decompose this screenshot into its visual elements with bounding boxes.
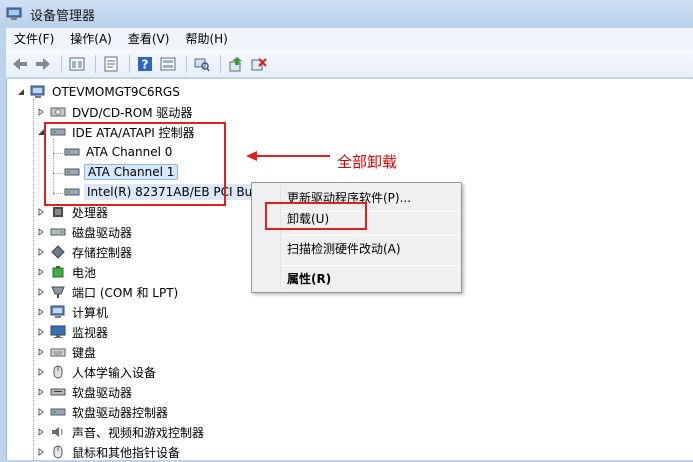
keyboard-icon — [50, 345, 66, 359]
expand-icon[interactable] — [36, 207, 46, 217]
expand-icon[interactable] — [36, 247, 46, 257]
forward-icon[interactable] — [33, 54, 53, 74]
expand-icon[interactable] — [36, 347, 46, 357]
monitor-icon — [50, 325, 66, 339]
toolbar-separator — [61, 54, 62, 73]
menu-separator — [282, 235, 459, 236]
title-bar: 设备管理器 — [0, 0, 693, 28]
expand-icon[interactable] — [36, 427, 46, 437]
tree-item-label: 存储控制器 — [72, 245, 133, 260]
back-icon[interactable] — [10, 54, 30, 74]
device-view-icon[interactable] — [158, 54, 178, 74]
tree-item-label: 人体学输入设备 — [72, 365, 157, 380]
expand-icon[interactable] — [36, 107, 46, 117]
menu-file[interactable]: 文件(F) — [6, 28, 62, 50]
expand-icon[interactable] — [36, 407, 46, 417]
toolbar: ? — [6, 50, 693, 78]
menu-separator — [282, 265, 459, 266]
tree-line — [33, 99, 34, 461]
tree-item-monitors[interactable]: 监视器 — [36, 322, 110, 342]
tree-item-storage-controllers[interactable]: 存储控制器 — [36, 242, 134, 262]
toolbar-separator — [186, 54, 187, 73]
storage-controller-icon — [50, 245, 66, 259]
menu-action[interactable]: 操作(A) — [62, 28, 120, 50]
toolbar-separator — [220, 54, 221, 73]
help-icon[interactable]: ? — [135, 54, 155, 74]
computer-icon — [30, 85, 46, 99]
tree-item-label: 键盘 — [72, 345, 97, 360]
highlight-ide-group — [44, 122, 226, 206]
expand-icon[interactable] — [36, 327, 46, 337]
tree-item-disk-drives[interactable]: 磁盘驱动器 — [36, 222, 134, 242]
tree-item-hid[interactable]: 人体学输入设备 — [36, 362, 158, 382]
menu-help[interactable]: 帮助(H) — [177, 28, 235, 50]
tree-root[interactable]: OTEVMOMGT9C6RGS — [16, 82, 182, 102]
hid-icon — [50, 365, 66, 379]
tree-item-label: DVD/CD-ROM 驱动器 — [72, 105, 193, 120]
processor-icon — [50, 205, 66, 219]
expand-icon[interactable] — [36, 447, 46, 457]
floppy-controller-icon — [50, 405, 66, 419]
svg-text:?: ? — [142, 57, 149, 71]
uninstall-icon[interactable] — [249, 54, 269, 74]
tree-item-dvd[interactable]: DVD/CD-ROM 驱动器 — [36, 102, 194, 122]
tree-item-label: 软盘驱动器 — [72, 385, 133, 400]
expand-icon[interactable] — [36, 387, 46, 397]
battery-icon — [50, 265, 66, 279]
disk-drive-icon — [50, 225, 66, 239]
properties-icon[interactable] — [101, 54, 121, 74]
floppy-drive-icon — [50, 385, 66, 399]
tree-item-floppy-controllers[interactable]: 软盘驱动器控制器 — [36, 402, 170, 422]
tree-item-label: 鼠标和其他指针设备 — [72, 445, 181, 460]
device-manager-icon — [6, 7, 22, 20]
window-title: 设备管理器 — [30, 8, 96, 24]
menu-item-properties[interactable]: 属性(R) — [254, 267, 459, 291]
tree-item-label: 端口 (COM 和 LPT) — [72, 285, 179, 300]
dvd-drive-icon — [50, 105, 66, 119]
tree-item-sound-video-game[interactable]: 声音、视频和游戏控制器 — [36, 422, 206, 442]
tree-item-ports[interactable]: 端口 (COM 和 LPT) — [36, 282, 180, 302]
tree-item-computer[interactable]: 计算机 — [36, 302, 110, 322]
annotation-text: 全部卸载 — [337, 153, 398, 171]
tree-item-label: 声音、视频和游戏控制器 — [72, 425, 205, 440]
tree-item-keyboard[interactable]: 键盘 — [36, 342, 98, 362]
mouse-icon — [50, 445, 66, 459]
tree-item-label: 计算机 — [72, 305, 109, 320]
expand-icon[interactable] — [36, 307, 46, 317]
tree-item-mice[interactable]: 鼠标和其他指针设备 — [36, 442, 182, 462]
scan-icon[interactable] — [192, 54, 212, 74]
toolbar-separator — [95, 54, 96, 73]
tree-item-floppy-drives[interactable]: 软盘驱动器 — [36, 382, 134, 402]
tree-item-label: 电池 — [72, 265, 97, 280]
menu-bar: 文件(F) 操作(A) 查看(V) 帮助(H) — [6, 28, 693, 50]
collapse-icon[interactable] — [16, 87, 26, 97]
arrow-icon — [246, 151, 330, 161]
tree-item-label: 软盘驱动器控制器 — [72, 405, 169, 420]
expand-icon[interactable] — [36, 227, 46, 237]
tree-item-label: 磁盘驱动器 — [72, 225, 133, 240]
computer-icon — [50, 305, 66, 319]
highlight-uninstall — [265, 202, 367, 230]
context-menu: 更新驱动程序软件(P)... 卸载(U) 扫描检测硬件改动(A) 属性(R) — [251, 182, 462, 293]
tree-item-label: 监视器 — [72, 325, 109, 340]
expand-icon[interactable] — [36, 367, 46, 377]
speaker-icon — [50, 425, 66, 439]
computer-view-icon[interactable] — [67, 54, 87, 74]
menu-item-scan-hardware[interactable]: 扫描检测硬件改动(A) — [254, 237, 459, 261]
port-icon — [50, 285, 66, 299]
expand-icon[interactable] — [36, 287, 46, 297]
toolbar-separator — [129, 54, 130, 73]
menu-view[interactable]: 查看(V) — [120, 28, 178, 50]
update-driver-icon[interactable] — [226, 54, 246, 74]
tree-root-label: OTEVMOMGT9C6RGS — [52, 85, 180, 99]
tree-item-battery[interactable]: 电池 — [36, 262, 98, 282]
expand-icon[interactable] — [36, 267, 46, 277]
